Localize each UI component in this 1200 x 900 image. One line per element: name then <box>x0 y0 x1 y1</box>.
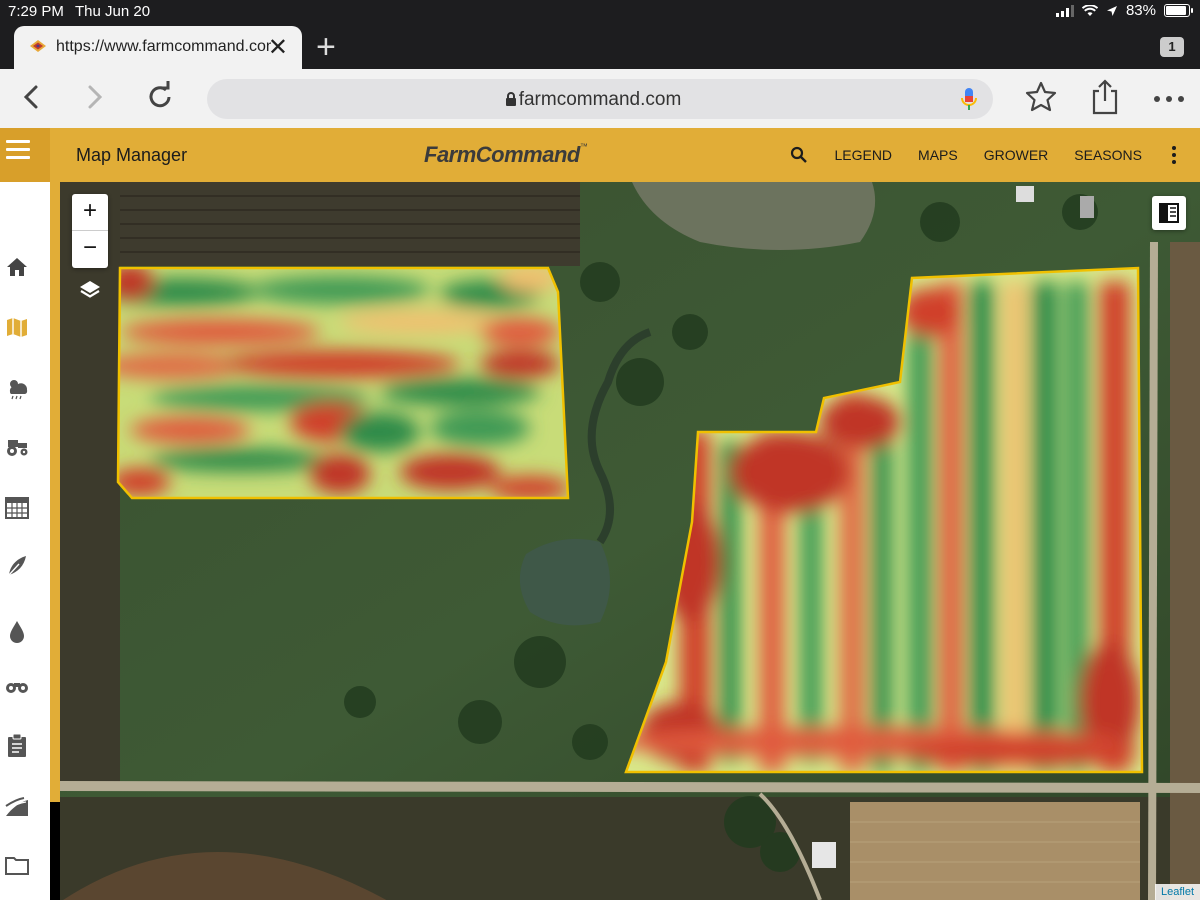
water-drop-icon[interactable] <box>4 618 30 644</box>
layers-icon[interactable] <box>78 278 102 302</box>
menu-icon[interactable] <box>0 128 50 186</box>
calendar-icon[interactable] <box>4 494 30 520</box>
reload-icon[interactable] <box>144 77 176 117</box>
new-tab-button[interactable]: + <box>316 28 336 67</box>
sidebar-active-bar <box>50 182 60 802</box>
leaflet-attribution-link[interactable]: Leaflet <box>1154 884 1200 900</box>
search-icon[interactable] <box>790 146 808 164</box>
tab-close-icon[interactable]: ✕ <box>268 33 288 62</box>
tab-title: https://www.farmcommand.com <box>56 38 271 55</box>
zoom-in-button[interactable]: + <box>72 194 108 230</box>
battery-percent: 83% <box>1125 2 1156 19</box>
overflow-menu-icon[interactable] <box>1172 146 1176 164</box>
status-date: Thu Jun 20 <box>75 3 151 20</box>
nav-maps[interactable]: MAPS <box>918 147 958 163</box>
map-legend-button[interactable] <box>1152 196 1186 230</box>
legend-icon <box>1159 203 1179 223</box>
brand-trademark: ™ <box>579 142 588 151</box>
clipboard-icon[interactable] <box>4 732 30 758</box>
zoom-control: + − <box>72 194 108 268</box>
map-view[interactable]: + − Leaflet <box>60 182 1200 900</box>
more-icon[interactable] <box>1152 77 1186 117</box>
forward-icon[interactable] <box>80 77 108 117</box>
map-icon[interactable] <box>4 314 30 340</box>
browser-tab[interactable]: https://www.farmcommand.com ✕ <box>14 26 302 69</box>
binoculars-icon[interactable] <box>4 672 30 698</box>
farmcommand-favicon <box>30 40 46 52</box>
nav-grower[interactable]: GROWER <box>984 147 1049 163</box>
mic-icon[interactable] <box>961 87 977 111</box>
address-bar[interactable]: farmcommand.com <box>207 79 993 119</box>
page-title: Map Manager <box>76 145 188 165</box>
folder-icon[interactable] <box>4 852 30 878</box>
signal-icon <box>1055 4 1074 17</box>
field-icon[interactable] <box>4 792 30 818</box>
crop-icon[interactable] <box>4 552 30 578</box>
home-icon[interactable] <box>4 254 30 280</box>
browser-toolbar: farmcommand.com <box>0 69 1200 129</box>
status-time: 7:29 PM <box>8 3 64 20</box>
sidebar <box>0 182 50 900</box>
nav-seasons[interactable]: SEASONS <box>1074 147 1142 163</box>
zoom-out-button[interactable]: − <box>72 231 108 267</box>
weather-icon[interactable] <box>4 374 30 400</box>
brand-name: FarmCommand <box>424 142 580 167</box>
wifi-icon <box>1081 4 1098 16</box>
tab-count-button[interactable]: 1 <box>1160 37 1184 57</box>
nav-legend[interactable]: LEGEND <box>834 147 892 163</box>
farmcommand-logo: FarmCommand™ <box>424 142 588 168</box>
tractor-icon[interactable] <box>4 432 30 458</box>
star-icon[interactable] <box>1024 77 1058 117</box>
back-icon[interactable] <box>18 77 46 117</box>
app-header: Map Manager FarmCommand™ LEGEND MAPS GRO… <box>0 128 1200 186</box>
tab-strip: https://www.farmcommand.com ✕ + 1 <box>0 24 1200 69</box>
satellite-map <box>60 182 1200 900</box>
location-icon <box>1106 5 1117 16</box>
battery-icon <box>1164 4 1193 17</box>
share-icon[interactable] <box>1090 77 1120 117</box>
ios-status-bar: 7:29 PM Thu Jun 20 83% <box>0 0 1200 24</box>
url-text: farmcommand.com <box>518 89 682 110</box>
